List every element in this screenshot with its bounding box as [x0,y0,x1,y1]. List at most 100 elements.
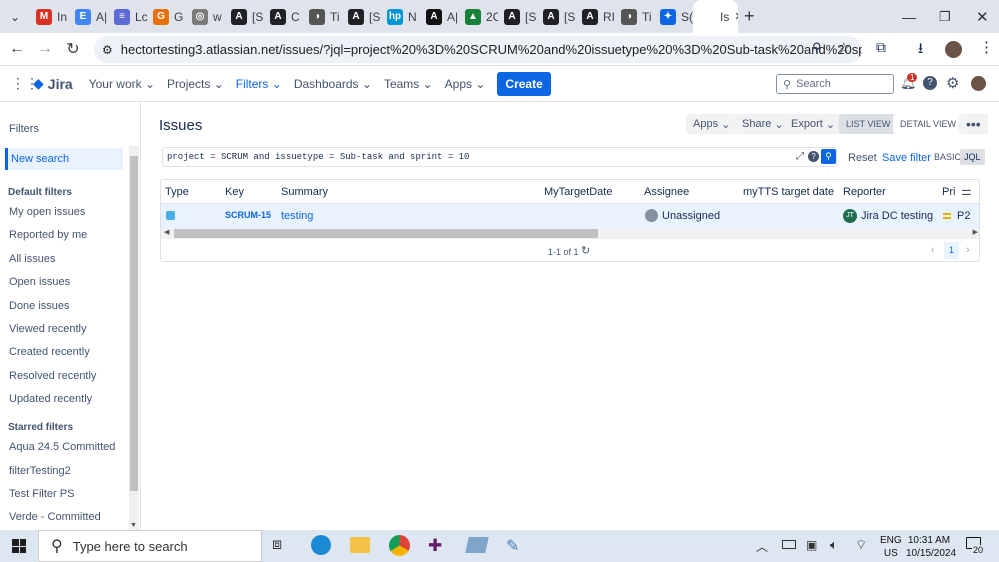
jql-input[interactable]: project = SCRUM and issuetype = Sub-task… [162,147,837,167]
help-icon[interactable]: ? [923,76,937,90]
column-header-mytargetdate[interactable]: MyTargetDate [544,186,612,198]
close-tab-icon[interactable]: ✕ [734,10,738,23]
expand-editor-icon[interactable]: ⤢ [796,151,804,162]
browser-tab[interactable]: A A| [420,0,459,33]
windows-start-icon[interactable] [12,539,26,553]
horizontal-scrollbar-thumb[interactable] [174,229,598,238]
sidebar-item-all-issues[interactable]: All issues [9,253,55,265]
sidebar-item-resolved-recently[interactable]: Resolved recently [9,370,96,382]
nav-filters[interactable]: Filters ⌄ [236,77,282,91]
browser-tab[interactable]: ◑ Ti [615,0,654,33]
horizontal-scrollbar[interactable]: ◀ ▶ [161,228,979,239]
column-header-priority[interactable]: Pri [942,186,955,198]
nav-teams[interactable]: Teams ⌄ [384,77,433,91]
slack-icon[interactable]: ✚ [428,536,442,556]
back-icon[interactable]: ← [3,35,31,63]
url-field[interactable]: ⚙ hectortesting3.atlassian.net/issues/?j… [94,36,862,63]
browser-tab[interactable]: A [S [225,0,264,33]
sidebar-item-my-open-issues[interactable]: My open issues [9,206,85,218]
sidebar-item-starred[interactable]: filterTesting2 [9,465,71,477]
settings-gear-icon[interactable]: ⚙ [946,74,959,92]
browser-tab[interactable]: ◎ w [186,0,225,33]
browser-tab[interactable]: A [S [537,0,576,33]
browser-tab[interactable]: E A| [69,0,108,33]
column-header-reporter[interactable]: Reporter [843,186,886,198]
chrome-icon[interactable] [389,535,410,556]
reload-icon[interactable]: ↻ [59,35,87,63]
column-header-type[interactable]: Type [165,186,189,198]
task-view-icon[interactable]: ⧈ [272,536,282,554]
issue-summary-link[interactable]: testing [281,210,313,222]
column-header-summary[interactable]: Summary [281,186,328,198]
jira-search-input[interactable]: ⚲ Search [776,74,894,94]
next-page-icon[interactable]: › [966,244,970,256]
profile-avatar[interactable] [945,41,962,58]
jql-mode-toggle[interactable]: JQL [960,149,985,165]
app-icon[interactable]: ✎ [506,536,519,556]
sidebar-scrollbar[interactable]: ▼ [129,146,139,530]
volume-icon[interactable]: 🔈︎ [830,537,838,553]
browser-tab[interactable]: A RI [576,0,615,33]
apps-button[interactable]: Apps ⌄ [686,114,738,134]
browser-tab[interactable]: ◑ Ti [303,0,342,33]
forward-icon[interactable]: → [31,35,59,63]
sidebar-scrollbar-thumb[interactable] [130,156,138,491]
user-avatar[interactable] [971,76,986,91]
browser-tab[interactable]: A [S [498,0,537,33]
battery-icon[interactable] [782,540,796,549]
more-actions-button[interactable]: ••• [959,114,988,134]
browser-tab[interactable]: Is ✕ [693,0,738,33]
sidebar-item-new-search[interactable]: New search [5,148,123,170]
nav-your-work[interactable]: Your work ⌄ [89,77,155,91]
sidebar-item-updated-recently[interactable]: Updated recently [9,393,92,405]
browser-tab[interactable]: GG [147,0,186,33]
sidebar-item-viewed-recently[interactable]: Viewed recently [9,323,86,335]
jql-help-icon[interactable]: ? [808,151,819,162]
scroll-right-arrow-icon[interactable]: ▶ [973,228,978,236]
nav-dashboards[interactable]: Dashboards ⌄ [294,77,372,91]
new-tab-button[interactable]: + [744,6,766,27]
jql-search-button[interactable]: ⚲ [821,149,836,164]
edge-icon[interactable] [311,535,331,555]
reset-button[interactable]: Reset [848,152,877,164]
tab-list-dropdown[interactable]: ⌄ [0,10,30,24]
download-icon[interactable]: ⭳ [918,38,923,63]
zoom-icon[interactable]: ⚲ [812,40,822,56]
browser-tab[interactable]: hp N [381,0,420,33]
show-hidden-icons[interactable]: ︿ [756,538,768,555]
sidebar-item-done-issues[interactable]: Done issues [9,300,70,312]
sidebar-item-open-issues[interactable]: Open issues [9,276,70,288]
column-header-mytts-target-date[interactable]: myTTS target date [743,186,834,198]
sidebar-item-starred[interactable]: Verde - Committed [9,511,101,523]
browser-tab[interactable]: ✦ S( [654,0,693,33]
issue-key-link[interactable]: SCRUM-15 [225,210,271,220]
column-header-assignee[interactable]: Assignee [644,186,689,198]
app-icon[interactable] [465,537,489,553]
jira-logo[interactable]: ◆ Jira [33,75,73,92]
sidebar-item-created-recently[interactable]: Created recently [9,346,90,358]
sidebar-item-starred[interactable]: Test Filter PS [9,488,74,500]
browser-menu-icon[interactable]: ⋮ [979,38,994,56]
display-icon[interactable]: ▣ [806,538,817,552]
column-config-icon[interactable]: ⚌ [961,184,972,198]
export-button[interactable]: Export ⌄ [784,114,843,134]
browser-tab[interactable]: AC [264,0,303,33]
restore-button[interactable]: ❐ [939,9,951,25]
taskbar-search-box[interactable]: ⚲ Type here to search [38,530,262,562]
nav-projects[interactable]: Projects ⌄ [167,77,224,91]
table-row[interactable]: SCRUM-15 testing Unassigned JT Jira DC t… [161,204,979,228]
clock[interactable]: 10:31 AM 10/15/2024 [906,534,956,560]
language-indicator[interactable]: ENG US [880,534,902,560]
extensions-icon[interactable]: ⧉ [876,39,886,56]
assignee-value[interactable]: Unassigned [662,210,720,222]
site-info-icon[interactable]: ⚙ [102,43,113,57]
page-number[interactable]: 1 [944,242,959,259]
prev-page-icon[interactable]: ‹ [931,244,935,256]
sidebar-item-starred[interactable]: Aqua 24.5 Committed [9,441,115,453]
nav-apps[interactable]: Apps ⌄ [445,77,486,91]
scroll-down-arrow-icon[interactable]: ▼ [130,522,137,529]
app-switcher-icon[interactable]: ⋮⋮ [11,75,39,92]
refresh-icon[interactable]: ↻ [581,244,590,257]
priority-value[interactable]: P2 [957,210,970,222]
browser-tab[interactable]: M In [30,0,69,33]
